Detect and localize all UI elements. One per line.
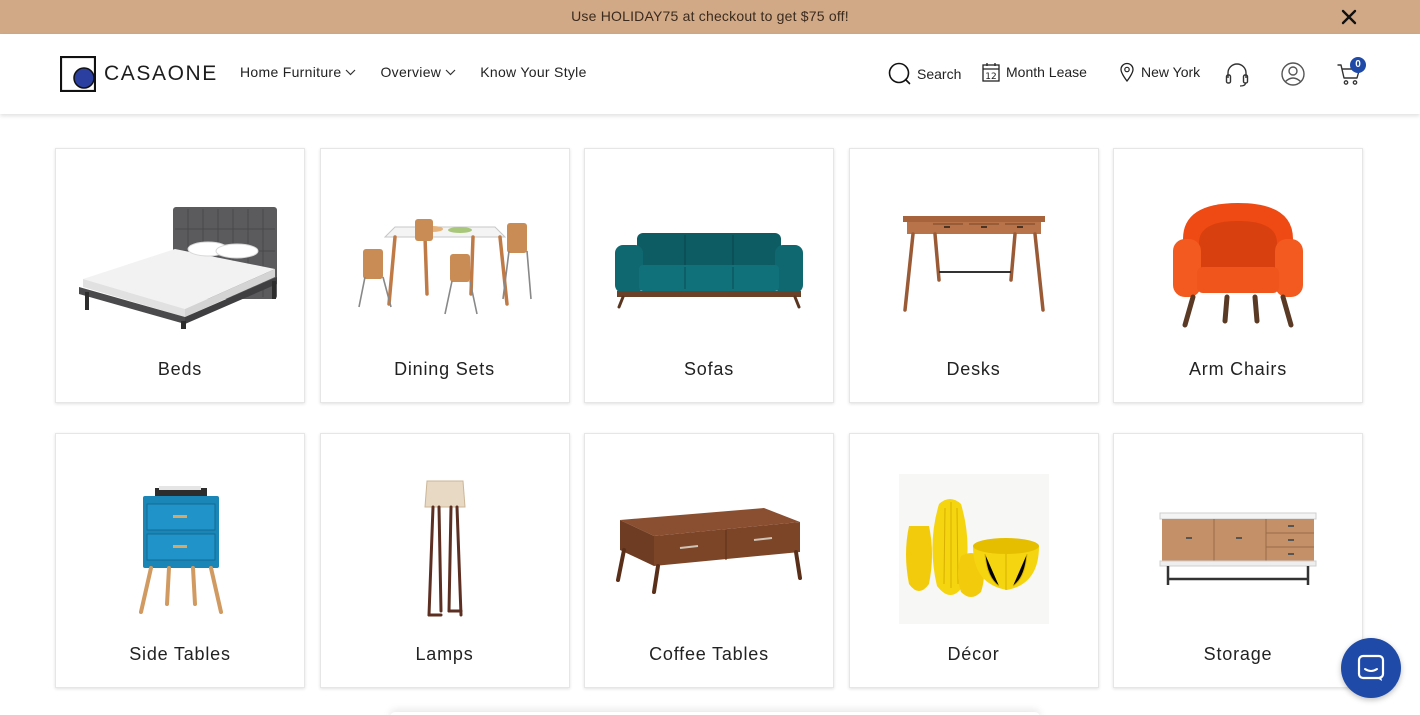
chevron-down-icon — [346, 69, 356, 75]
nav-know-your-style[interactable]: Know Your Style — [480, 64, 586, 80]
nav-label: Home Furniture — [240, 64, 342, 80]
category-label: Dining Sets — [394, 359, 495, 379]
user-account-icon[interactable] — [1280, 61, 1306, 87]
nav-overview[interactable]: Overview — [380, 64, 456, 80]
category-card-lamps[interactable]: Lamps — [319, 433, 570, 688]
search-icon — [888, 62, 911, 85]
coffee-table-image — [616, 508, 802, 594]
category-card-desks[interactable]: Desks — [848, 148, 1099, 403]
search-label: Search — [917, 65, 962, 82]
calendar-number: 12 — [985, 72, 996, 82]
bed-image — [79, 207, 277, 329]
category-card-arm-chairs[interactable]: Arm Chairs — [1113, 148, 1363, 403]
lamp-image — [423, 480, 466, 617]
chat-launcher-button[interactable] — [1341, 638, 1401, 698]
category-card-dining-sets[interactable]: Dining Sets — [319, 148, 570, 403]
headset-icon[interactable] — [1224, 61, 1250, 87]
main-nav: Home Furniture Overview Know Your Style — [240, 64, 611, 80]
category-card-sofas[interactable]: Sofas — [584, 148, 834, 403]
category-label: Desks — [946, 359, 1001, 379]
location-label: New York — [1141, 64, 1201, 80]
desk-image — [902, 216, 1045, 312]
brand-logo[interactable]: CASAONE — [60, 56, 218, 92]
chevron-down-icon — [445, 69, 456, 75]
month-lease-button[interactable]: 12 Month Lease — [982, 62, 1087, 82]
promo-banner: Use HOLIDAY75 at checkout to get $75 off… — [0, 0, 1420, 34]
category-label: Storage — [1203, 644, 1273, 664]
close-icon[interactable] — [1340, 8, 1358, 26]
category-label: Décor — [947, 644, 1000, 664]
category-card-storage[interactable]: Storage — [1113, 433, 1363, 688]
chat-icon — [1357, 654, 1385, 681]
cart-count-badge: 0 — [1350, 57, 1366, 73]
category-label: Beds — [157, 359, 203, 379]
side-table-image — [139, 486, 223, 614]
nav-label: Overview — [380, 64, 442, 80]
category-label: Side Tables — [129, 644, 231, 664]
category-card-beds[interactable]: Beds — [55, 148, 305, 403]
location-button[interactable]: New York — [1119, 62, 1200, 82]
site-header: CASAONE Home Furniture Overview Know You… — [0, 34, 1420, 114]
calendar-icon: 12 — [982, 63, 1000, 82]
storage-image — [1159, 512, 1317, 585]
month-lease-label: Month Lease — [1006, 64, 1087, 80]
category-label: Sofas — [683, 359, 735, 379]
category-label: Coffee Tables — [649, 644, 769, 664]
map-pin-icon — [1120, 62, 1134, 82]
nav-home-furniture[interactable]: Home Furniture — [240, 64, 356, 80]
category-card-decor[interactable]: Décor — [848, 433, 1099, 688]
category-card-coffee-tables[interactable]: Coffee Tables — [584, 433, 834, 688]
nav-label: Know Your Style — [480, 64, 587, 80]
sofa-image — [615, 233, 803, 309]
brand-name: CASAONE — [104, 62, 218, 85]
category-label: Lamps — [415, 644, 474, 664]
decor-image — [898, 474, 1049, 624]
category-label: Arm Chairs — [1188, 359, 1287, 379]
category-grid: Beds Dining Sets Sofas Desks Arm Chairs … — [55, 148, 1363, 688]
search-button[interactable]: Search — [888, 62, 961, 85]
arm-chair-image — [1173, 203, 1303, 328]
logo-mark-icon — [60, 56, 96, 92]
promo-text: Use HOLIDAY75 at checkout to get $75 off… — [571, 8, 849, 24]
category-card-side-tables[interactable]: Side Tables — [55, 433, 305, 688]
dining-set-image — [357, 219, 532, 315]
